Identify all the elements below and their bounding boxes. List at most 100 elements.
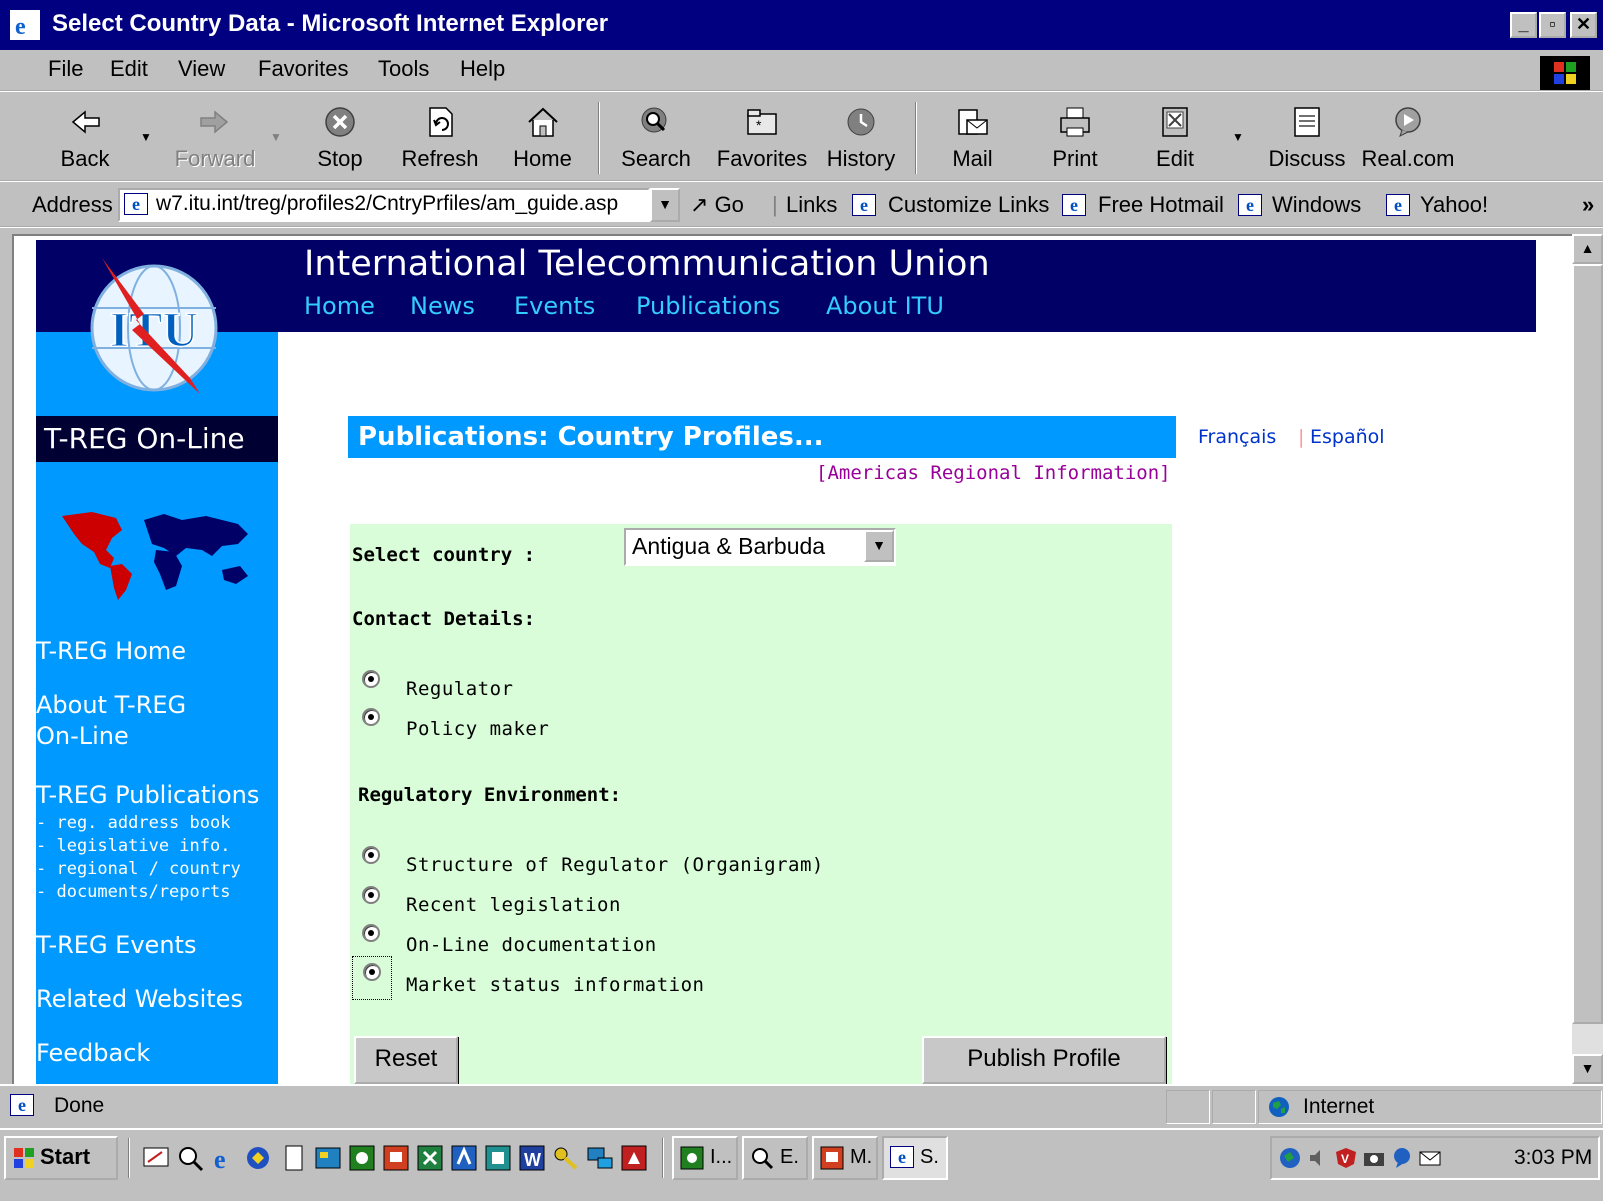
ie-link-icon: e — [1238, 194, 1262, 216]
maximize-button[interactable]: ▫ — [1539, 12, 1566, 38]
sidebar-link-treg-events[interactable]: T-REG Events — [36, 930, 196, 961]
stop-label: Stop — [317, 146, 363, 171]
nav-news[interactable]: News — [410, 292, 475, 320]
favorites-button[interactable]: * Favorites — [712, 98, 812, 178]
publish-profile-button[interactable]: Publish Profile — [922, 1036, 1166, 1084]
scroll-up-arrow-icon[interactable]: ▲ — [1572, 234, 1603, 264]
sidebar-sublink-regional-country[interactable]: - regional / country — [36, 858, 241, 881]
radio-policy-maker[interactable] — [358, 704, 390, 740]
mail-button[interactable]: Mail — [935, 98, 1010, 178]
nav-events[interactable]: Events — [514, 292, 595, 320]
title-bar[interactable]: e Select Country Data - Microsoft Intern… — [0, 0, 1603, 50]
tray-network-icon[interactable] — [1278, 1146, 1302, 1170]
radio-market-status[interactable] — [352, 956, 392, 1000]
edit-button[interactable]: Edit — [1140, 98, 1210, 178]
home-button[interactable]: Home — [505, 98, 580, 178]
menu-file[interactable]: File — [48, 56, 83, 82]
search-button[interactable]: Search — [615, 98, 697, 178]
stop-button[interactable]: Stop — [305, 98, 375, 178]
lang-espanol-link[interactable]: Español — [1310, 426, 1385, 448]
quicklaunch-doc-icon[interactable] — [280, 1144, 308, 1172]
task-button-1[interactable]: I... — [672, 1136, 738, 1180]
nav-about-itu[interactable]: About ITU — [826, 292, 944, 320]
country-dropdown-icon[interactable]: ▼ — [864, 530, 894, 562]
radio-recent-legislation[interactable] — [358, 882, 390, 918]
close-button[interactable]: ✕ — [1570, 12, 1597, 38]
link-yahoo[interactable]: Yahoo! — [1420, 192, 1488, 218]
sidebar-sublink-documents-reports[interactable]: - documents/reports — [36, 881, 230, 904]
task-button-3[interactable]: M. — [812, 1136, 878, 1180]
window-title: Select Country Data - Microsoft Internet… — [52, 10, 609, 37]
start-button[interactable]: Start — [4, 1136, 118, 1180]
radio-regulator[interactable] — [358, 666, 390, 702]
quicklaunch-word-icon[interactable]: W — [518, 1144, 546, 1172]
back-button[interactable]: Back — [50, 98, 120, 178]
nav-home[interactable]: Home — [304, 292, 375, 320]
scroll-thumb[interactable] — [1572, 264, 1603, 1024]
links-label[interactable]: Links — [786, 192, 837, 218]
link-free-hotmail[interactable]: Free Hotmail — [1098, 192, 1224, 218]
sidebar-link-related-websites[interactable]: Related Websites — [36, 984, 243, 1015]
tray-volume-icon[interactable] — [1306, 1146, 1330, 1170]
taskbar-separator — [128, 1138, 130, 1178]
task-button-2[interactable]: E. — [742, 1136, 808, 1180]
back-dropdown-icon[interactable]: ▼ — [140, 130, 152, 144]
forward-button[interactable]: Forward — [170, 98, 260, 178]
sidebar-sublink-legislative-info[interactable]: - legislative info. — [36, 835, 230, 858]
quicklaunch-network-icon[interactable] — [586, 1144, 614, 1172]
tray-antivirus-icon[interactable]: V — [1334, 1146, 1358, 1170]
discuss-button[interactable]: Discuss — [1262, 98, 1352, 178]
quicklaunch-ie-icon[interactable]: e — [210, 1144, 238, 1172]
country-select[interactable]: Antigua & Barbuda — [624, 528, 896, 566]
select-country-label: Select country : — [352, 544, 536, 566]
go-button[interactable]: ↗ Go — [690, 192, 744, 218]
lang-francais-link[interactable]: Français — [1198, 426, 1276, 448]
quicklaunch-outlook-icon[interactable] — [244, 1144, 272, 1172]
menu-favorites[interactable]: Favorites — [258, 56, 348, 82]
americas-regional-link[interactable]: [Americas Regional Information] — [816, 462, 1171, 484]
quicklaunch-search-icon[interactable] — [176, 1144, 204, 1172]
quicklaunch-desktop-icon[interactable] — [142, 1144, 170, 1172]
tray-mail-icon[interactable] — [1418, 1146, 1442, 1170]
quicklaunch-publisher-icon[interactable] — [484, 1144, 512, 1172]
scroll-down-arrow-icon[interactable]: ▼ — [1572, 1054, 1603, 1084]
link-customize[interactable]: Customize Links — [888, 192, 1049, 218]
edit-dropdown-icon[interactable]: ▼ — [1232, 130, 1244, 144]
refresh-button[interactable]: Refresh — [395, 98, 485, 178]
minimize-button[interactable]: _ — [1510, 12, 1537, 38]
forward-dropdown-icon[interactable]: ▼ — [270, 130, 282, 144]
task-button-4-active[interactable]: e S. — [882, 1136, 948, 1180]
realcom-button[interactable]: Real.com — [1358, 98, 1458, 178]
menu-edit[interactable]: Edit — [110, 56, 148, 82]
sidebar-link-treg-publications[interactable]: T-REG Publications — [36, 780, 259, 811]
reset-button[interactable]: Reset — [354, 1036, 458, 1084]
quicklaunch-acrobat-icon[interactable] — [620, 1144, 648, 1172]
menu-view[interactable]: View — [178, 56, 225, 82]
address-dropdown-icon[interactable]: ▼ — [650, 188, 680, 222]
radio-structure-of-regulator[interactable] — [358, 842, 390, 878]
quicklaunch-excel-icon[interactable] — [416, 1144, 444, 1172]
menu-tools[interactable]: Tools — [378, 56, 429, 82]
print-button[interactable]: Print — [1040, 98, 1110, 178]
quicklaunch-app-icon[interactable] — [314, 1144, 342, 1172]
sidebar-link-about-treg[interactable]: About T-REG On-Line — [36, 690, 186, 752]
sidebar-sublink-reg-address-book[interactable]: - reg. address book — [36, 812, 230, 835]
radio-online-documentation[interactable] — [358, 920, 390, 956]
quicklaunch-access-icon[interactable] — [450, 1144, 478, 1172]
history-button[interactable]: History — [820, 98, 902, 178]
quicklaunch-powerpoint-icon[interactable] — [382, 1144, 410, 1172]
quicklaunch-key-icon[interactable] — [552, 1144, 580, 1172]
tray-messenger-icon[interactable] — [1390, 1146, 1414, 1170]
link-windows[interactable]: Windows — [1272, 192, 1361, 218]
address-input[interactable]: e w7.itu.int/treg/profiles2/CntryPrfiles… — [118, 188, 650, 222]
tray-camera-icon[interactable] — [1362, 1146, 1386, 1170]
links-overflow-icon[interactable]: » — [1582, 192, 1594, 218]
menu-help[interactable]: Help — [460, 56, 505, 82]
nav-publications[interactable]: Publications — [636, 292, 780, 320]
quicklaunch-green-icon[interactable] — [348, 1144, 376, 1172]
vertical-scrollbar[interactable]: ▲ ▼ — [1572, 234, 1603, 1084]
sidebar-link-feedback[interactable]: Feedback — [36, 1038, 150, 1069]
sidebar-link-treg-home[interactable]: T-REG Home — [36, 636, 186, 667]
clock[interactable]: 3:03 PM — [1514, 1146, 1592, 1170]
itu-logo[interactable]: ITU — [44, 244, 254, 424]
